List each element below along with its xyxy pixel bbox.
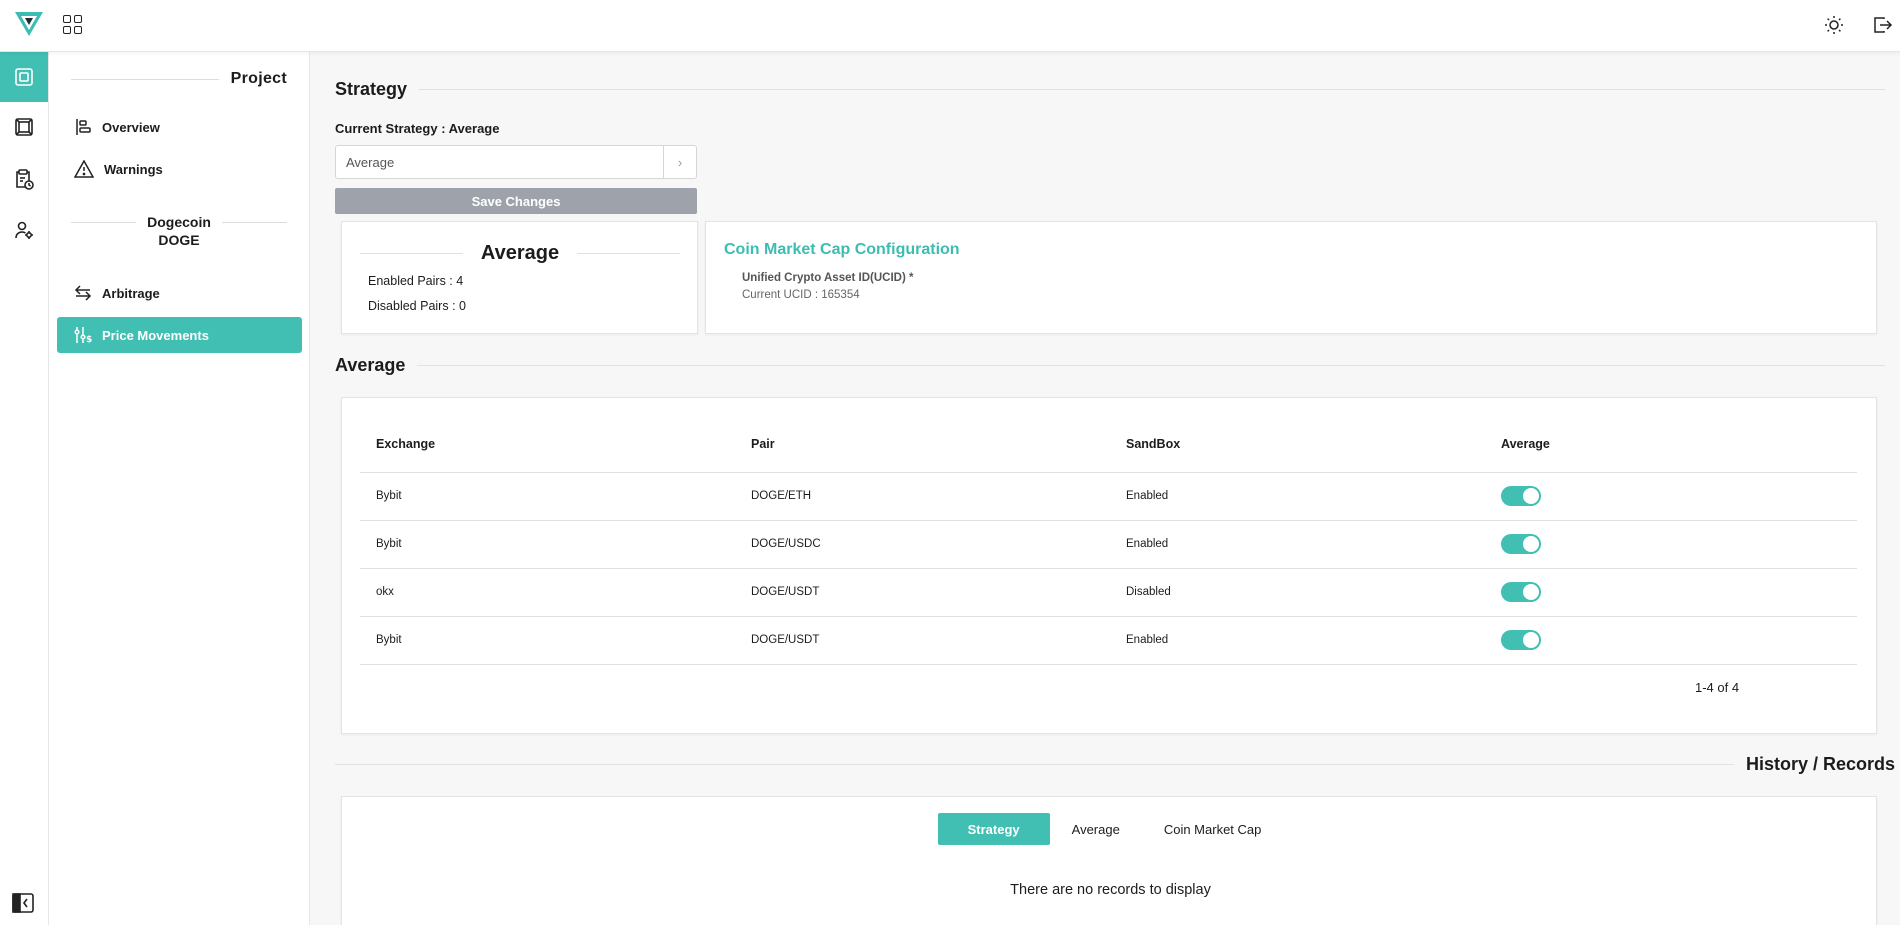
logout-icon[interactable]	[1871, 14, 1893, 36]
history-card: Strategy Average Coin Market Cap There a…	[341, 796, 1877, 925]
nav-warnings[interactable]: Warnings	[57, 151, 302, 187]
strategy-header: Strategy	[335, 79, 1885, 100]
strategy-select[interactable]: Average ›	[335, 145, 697, 179]
save-changes-button[interactable]: Save Changes	[335, 188, 697, 214]
rail-projects-icon[interactable]	[0, 52, 48, 102]
average-table: Exchange Pair SandBox Average Bybit DOGE…	[360, 416, 1857, 665]
average-summary-card: Average Enabled Pairs : 4 Disabled Pairs…	[341, 221, 698, 334]
history-header: History / Records	[335, 754, 1895, 775]
coin-section-header: Dogecoin DOGE	[71, 213, 287, 249]
sliders-icon: $	[74, 327, 92, 344]
average-header: Average	[335, 355, 1885, 376]
average-toggle[interactable]	[1501, 630, 1541, 650]
cell-sandbox: Enabled	[1110, 472, 1485, 521]
project-title: Project	[230, 70, 287, 87]
overview-icon	[76, 119, 91, 135]
rail-clipboard-clock-icon[interactable]	[0, 154, 48, 204]
cell-average	[1485, 520, 1857, 569]
nav-arbitrage-label: Arbitrage	[102, 285, 160, 301]
summary-title: Average	[480, 242, 560, 264]
col-pair: Pair	[735, 416, 1110, 473]
empty-records-message: There are no records to display	[1010, 882, 1211, 898]
top-bar	[0, 0, 1900, 52]
summary-title-row: Average	[360, 242, 681, 265]
rail-box-icon[interactable]	[0, 102, 48, 152]
cell-pair: DOGE/USDT	[735, 616, 1110, 665]
nav-overview-label: Overview	[102, 119, 160, 135]
arbitrage-icon	[74, 285, 92, 301]
apps-grid-icon[interactable]	[63, 15, 82, 34]
current-strategy-label: Current Strategy : Average	[335, 121, 500, 136]
cell-average	[1485, 568, 1857, 617]
nav-price-movements[interactable]: $ Price Movements	[57, 317, 302, 353]
cell-average	[1485, 472, 1857, 521]
col-average: Average	[1485, 416, 1857, 473]
average-toggle[interactable]	[1501, 582, 1541, 602]
table-header-row: Exchange Pair SandBox Average	[360, 416, 1857, 473]
history-title: History / Records	[1745, 754, 1895, 774]
cell-pair: DOGE/USDC	[735, 520, 1110, 569]
ucid-label: Unified Crypto Asset ID(UCID) *	[742, 272, 914, 284]
project-section-header: Project	[71, 70, 287, 88]
cell-exchange: Bybit	[360, 616, 735, 665]
cell-sandbox: Enabled	[1110, 616, 1485, 665]
cell-pair: DOGE/USDT	[735, 568, 1110, 617]
main-content: Strategy Current Strategy : Average Aver…	[311, 52, 1900, 925]
nav-overview[interactable]: Overview	[57, 109, 302, 145]
strategy-select-value: Average	[346, 155, 395, 170]
col-sandbox: SandBox	[1110, 416, 1485, 473]
icon-rail	[0, 52, 49, 925]
average-toggle[interactable]	[1501, 486, 1541, 506]
strategy-title: Strategy	[335, 79, 408, 99]
cell-sandbox: Enabled	[1110, 520, 1485, 569]
cell-average	[1485, 616, 1857, 665]
ucid-value: Current UCID : 165354	[742, 289, 860, 301]
cell-exchange: Bybit	[360, 520, 735, 569]
pagination-info: 1-4 of 4	[1695, 680, 1740, 695]
tab-coin-market-cap[interactable]: Coin Market Cap	[1142, 813, 1284, 845]
nav-warnings-label: Warnings	[104, 161, 163, 177]
cell-sandbox: Disabled	[1110, 568, 1485, 617]
cell-exchange: Bybit	[360, 472, 735, 521]
theme-toggle-icon[interactable]	[1823, 14, 1845, 36]
coin-symbol: DOGE	[158, 232, 200, 248]
warning-icon	[74, 160, 94, 178]
history-tabs: Strategy Average Coin Market Cap	[342, 813, 1879, 845]
table-row: okx DOGE/USDT Disabled	[360, 568, 1857, 617]
enabled-pairs: Enabled Pairs : 4	[368, 274, 464, 288]
collapse-sidebar-icon[interactable]	[12, 893, 34, 913]
nav-arbitrage[interactable]: Arbitrage	[57, 275, 302, 311]
table-row: Bybit DOGE/ETH Enabled	[360, 472, 1857, 521]
chevron-right-icon[interactable]: ›	[663, 146, 696, 178]
svg-text:$: $	[86, 335, 92, 344]
cell-pair: DOGE/ETH	[735, 472, 1110, 521]
average-toggle[interactable]	[1501, 534, 1541, 554]
coin-market-cap-card: Coin Market Cap Configuration Unified Cr…	[705, 221, 1877, 334]
table-row: Bybit DOGE/USDC Enabled	[360, 520, 1857, 569]
rail-user-settings-icon[interactable]	[0, 205, 48, 255]
tab-strategy[interactable]: Strategy	[937, 813, 1050, 845]
table-row: Bybit DOGE/USDT Enabled	[360, 616, 1857, 665]
average-table-card: Exchange Pair SandBox Average Bybit DOGE…	[341, 397, 1877, 734]
nav-price-movements-label: Price Movements	[102, 327, 209, 343]
tab-average[interactable]: Average	[1050, 813, 1142, 845]
cmc-title: Coin Market Cap Configuration	[724, 241, 960, 258]
disabled-pairs: Disabled Pairs : 0	[368, 299, 466, 313]
col-exchange: Exchange	[360, 416, 735, 473]
cell-exchange: okx	[360, 568, 735, 617]
side-panel: Project Overview Warnings Dogecoin DOGE …	[49, 52, 310, 925]
average-title: Average	[335, 355, 406, 375]
logo-icon[interactable]	[14, 10, 44, 38]
